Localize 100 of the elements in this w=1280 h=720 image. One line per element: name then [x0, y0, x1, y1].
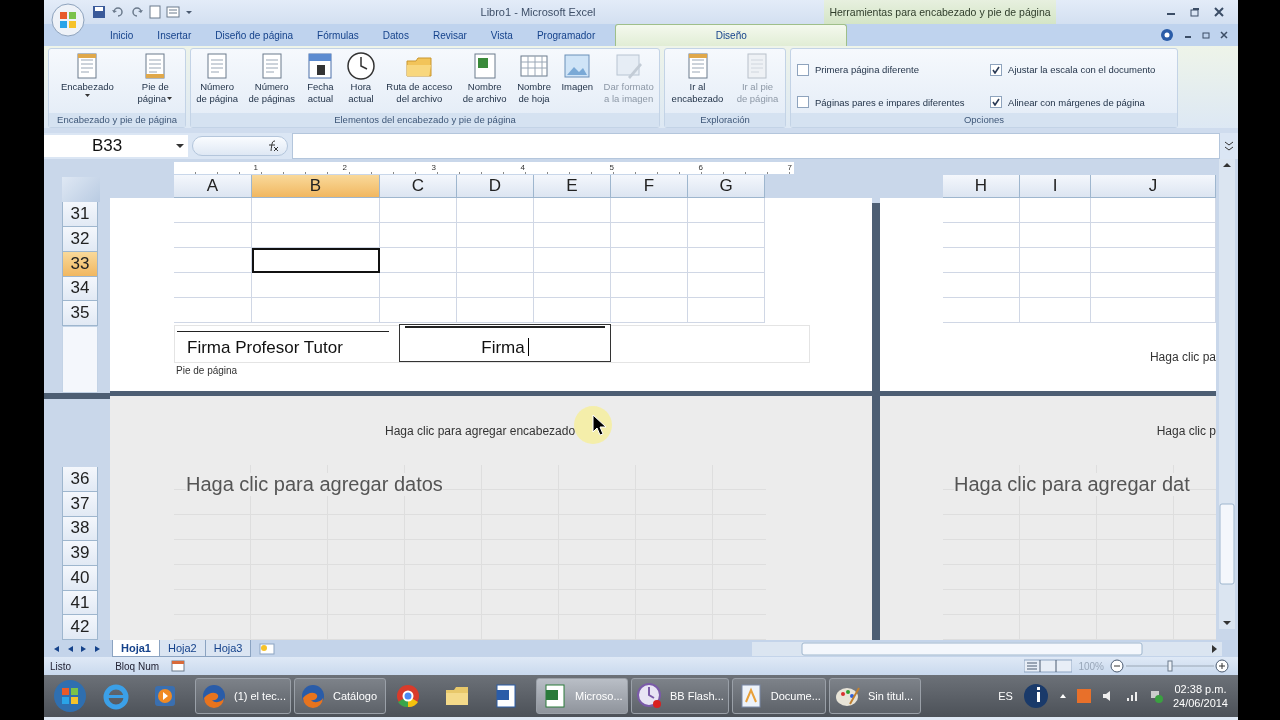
ribbon-tab[interactable]: Diseño de página: [203, 24, 306, 46]
ribbon-tab[interactable]: Vista: [478, 24, 525, 46]
table-cell[interactable]: [688, 272, 765, 298]
checkbox[interactable]: [990, 63, 1003, 76]
table-cell[interactable]: [252, 222, 380, 248]
select-all-corner[interactable]: [62, 176, 100, 203]
undo-icon[interactable]: [111, 5, 125, 19]
sheet-tab[interactable]: Hoja1: [112, 640, 160, 657]
table-cell[interactable]: [943, 272, 1020, 298]
taskbar-button[interactable]: Docume...: [731, 678, 826, 714]
taskbar-button[interactable]: Catálogo: [293, 678, 386, 714]
ribbon-tab[interactable]: Datos: [370, 24, 421, 46]
formula-input[interactable]: [292, 133, 1220, 159]
table-cell[interactable]: [457, 197, 534, 223]
table-cell[interactable]: [943, 297, 1020, 323]
network-icon[interactable]: [1148, 689, 1163, 703]
table-cell[interactable]: [943, 197, 1020, 223]
table-cell[interactable]: [943, 222, 1020, 248]
sheet-tab[interactable]: Hoja3: [204, 640, 252, 657]
taskbar-button[interactable]: BB Flash...: [630, 678, 729, 714]
view-buttons-icon[interactable]: [1024, 659, 1073, 673]
redo-icon[interactable]: [130, 5, 144, 19]
show-hidden-icons[interactable]: [1058, 692, 1067, 700]
ribbon-tab[interactable]: Programador: [524, 24, 608, 46]
table-cell[interactable]: [252, 197, 380, 223]
ribbon-button[interactable]: Nombre de hoja: [516, 51, 552, 105]
table-cell[interactable]: [534, 272, 611, 298]
ribbon-button[interactable]: Ir al encabezado: [670, 51, 725, 105]
name-box[interactable]: B33: [44, 135, 188, 157]
table-cell[interactable]: [380, 247, 457, 273]
column-header[interactable]: J: [1091, 174, 1216, 198]
ribbon-button[interactable]: Hora actual: [344, 51, 377, 105]
column-header[interactable]: H: [943, 174, 1020, 198]
table-cell[interactable]: [688, 197, 765, 223]
table-cell[interactable]: [252, 272, 380, 298]
table-cell[interactable]: [457, 222, 534, 248]
help-icon[interactable]: [1160, 28, 1174, 42]
table-cell[interactable]: [611, 197, 688, 223]
row-header[interactable]: 32: [62, 227, 98, 252]
ribbon-button[interactable]: Ruta de acceso del archivo: [385, 51, 454, 105]
row-header[interactable]: 40: [62, 565, 98, 591]
column-header[interactable]: I: [1020, 174, 1091, 198]
insert-function-button[interactable]: [192, 136, 288, 156]
language-indicator[interactable]: ES: [998, 690, 1013, 702]
row-header[interactable]: 35: [62, 301, 98, 326]
restore-icon[interactable]: [1202, 31, 1210, 39]
slider-thumb[interactable]: [1167, 660, 1173, 672]
table-cell[interactable]: [174, 297, 252, 323]
table-cell[interactable]: [688, 297, 765, 323]
ribbon-button[interactable]: Número de página: [195, 51, 239, 105]
horizontal-scrollbar[interactable]: [752, 641, 1222, 656]
data-prompt[interactable]: Haga clic para agregar dat: [954, 473, 1190, 496]
ribbon-tab[interactable]: Fórmulas: [305, 24, 371, 46]
column-header[interactable]: C: [380, 174, 457, 198]
footer-edit-box[interactable]: Firma: [399, 323, 611, 362]
row-header[interactable]: 38: [62, 516, 98, 542]
vertical-scrollbar[interactable]: [1219, 159, 1235, 629]
header-prompt[interactable]: Haga clic para agregar encabezado: [385, 423, 576, 438]
table-cell[interactable]: [1020, 222, 1091, 248]
taskbar-button[interactable]: (1) el tec...: [195, 678, 291, 714]
ribbon-button[interactable]: Nombre de archivo: [461, 51, 508, 105]
table-cell[interactable]: [380, 222, 457, 248]
table-cell[interactable]: [174, 222, 252, 248]
ribbon-tab[interactable]: Inicio: [98, 24, 146, 46]
active-cell[interactable]: [252, 247, 380, 273]
taskbar-button[interactable]: Sin titul...: [828, 678, 921, 714]
column-header[interactable]: B: [252, 174, 380, 198]
table-cell[interactable]: [174, 247, 252, 273]
table-cell[interactable]: [611, 297, 688, 323]
table-cell[interactable]: [534, 297, 611, 323]
footer-prompt[interactable]: Haga clic pa: [1149, 349, 1216, 364]
clock[interactable]: 02:38 p.m. 24/06/2014: [1172, 682, 1228, 710]
column-header[interactable]: E: [534, 174, 611, 198]
table-cell[interactable]: [380, 297, 457, 323]
ribbon-tab[interactable]: Revisar: [420, 24, 479, 46]
column-header[interactable]: G: [688, 174, 765, 198]
row-header[interactable]: 36: [62, 467, 98, 492]
zoom-slider[interactable]: [1110, 659, 1230, 673]
table-cell[interactable]: [380, 272, 457, 298]
table-cell[interactable]: [457, 297, 534, 323]
ribbon-tab[interactable]: Insertar: [145, 24, 204, 46]
ribbon-button[interactable]: Encabezado: [59, 51, 115, 99]
page-icon[interactable]: [149, 5, 161, 19]
checkbox[interactable]: [797, 96, 809, 109]
expand-icon[interactable]: [1224, 139, 1234, 153]
table-cell[interactable]: [457, 247, 534, 273]
ribbon-tab[interactable]: Diseño: [615, 24, 848, 46]
table-cell[interactable]: [1020, 197, 1091, 223]
info-icon[interactable]: [1022, 683, 1049, 709]
table-cell[interactable]: [1020, 272, 1091, 298]
row-header[interactable]: 34: [62, 276, 98, 302]
close-icon[interactable]: [1220, 31, 1228, 39]
ribbon-button[interactable]: Fecha actual: [304, 51, 337, 105]
print-preview-icon[interactable]: [166, 5, 180, 19]
row-header[interactable]: 37: [62, 491, 98, 517]
table-cell[interactable]: [174, 272, 252, 298]
restore-icon[interactable]: [1190, 7, 1200, 17]
sheet-tab[interactable]: Hoja2: [158, 640, 206, 657]
signal-icon[interactable]: [1124, 689, 1139, 703]
column-header[interactable]: F: [611, 174, 688, 198]
